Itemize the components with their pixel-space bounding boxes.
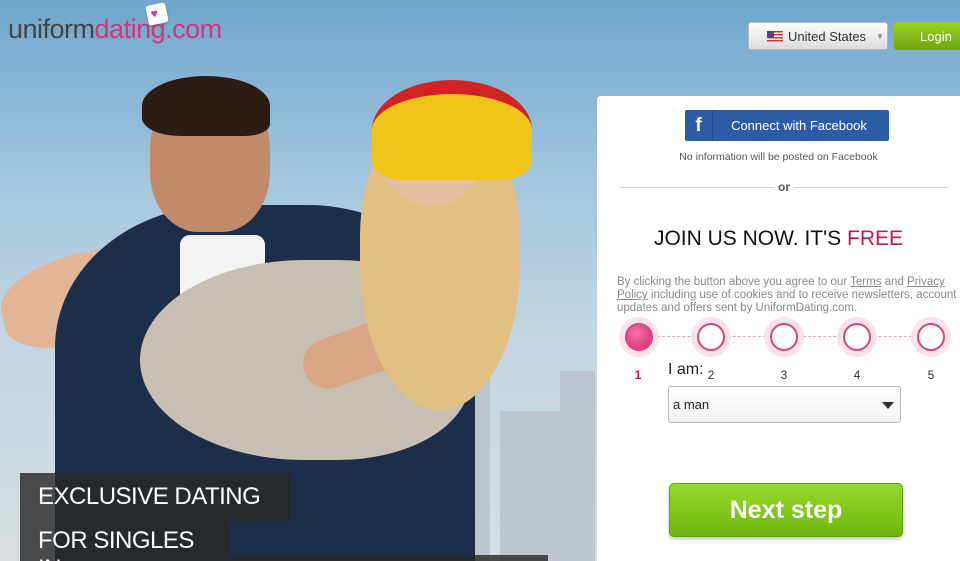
site-logo[interactable]: uniformdating.com (8, 14, 222, 45)
firefighter-helmet (372, 80, 532, 180)
country-selector[interactable]: United States ▼ (748, 22, 888, 50)
login-button-label: Login (920, 28, 952, 44)
step-indicator-3 (764, 317, 804, 357)
join-title-free: FREE (847, 227, 904, 250)
join-title: JOIN US NOW. IT'S FREE (597, 227, 960, 251)
slogan-line-1: EXCLUSIVE DATING (20, 473, 290, 521)
country-selector-label: United States (788, 28, 867, 44)
heart-badge-icon: ♥ (145, 2, 169, 26)
step-number: 1 (634, 368, 642, 382)
facebook-icon: f (685, 110, 713, 141)
terms-link[interactable]: Terms (850, 276, 881, 288)
gender-select-value: a man (673, 397, 710, 412)
facebook-connect-label: Connect with Facebook (731, 118, 867, 133)
facebook-connect-button[interactable]: f Connect with Facebook (685, 110, 889, 141)
i-am-label: I am: (668, 361, 704, 378)
step-number: 3 (780, 368, 788, 382)
step-indicator-1 (619, 317, 659, 357)
step-indicator-2 (691, 317, 731, 357)
man-hair (142, 76, 270, 136)
step-number: 2 (707, 368, 715, 382)
step-indicator-4 (837, 317, 877, 357)
step-number: 5 (927, 368, 935, 382)
join-title-text: JOIN US NOW. IT'S (653, 227, 847, 250)
chevron-down-icon: ▼ (876, 31, 884, 41)
next-step-button[interactable]: Next step (669, 483, 903, 537)
dropdown-arrow-icon (882, 402, 894, 409)
or-label: or (774, 180, 794, 194)
login-button[interactable]: Login (894, 22, 960, 50)
background-building (560, 371, 595, 561)
terms-text-part: By clicking the button above you agree t… (617, 276, 851, 288)
slogan-bar (230, 555, 548, 561)
gender-select[interactable]: a man (668, 386, 901, 423)
terms-text: By clicking the button above you agree t… (617, 276, 957, 315)
step-indicator-5 (911, 317, 951, 357)
step-number: 4 (853, 368, 861, 382)
join-panel: f Connect with Facebook No information w… (597, 96, 960, 561)
us-flag-icon (767, 30, 783, 42)
terms-text-part: and (881, 276, 908, 288)
facebook-note: No information will be posted on Faceboo… (679, 151, 878, 163)
background-building (500, 411, 560, 561)
terms-text-part: including use of cookies and to receive … (617, 289, 957, 314)
slogan-line-2: FOR SINGLES IN (20, 521, 230, 561)
logo-text-uniform: uniform (8, 14, 95, 44)
